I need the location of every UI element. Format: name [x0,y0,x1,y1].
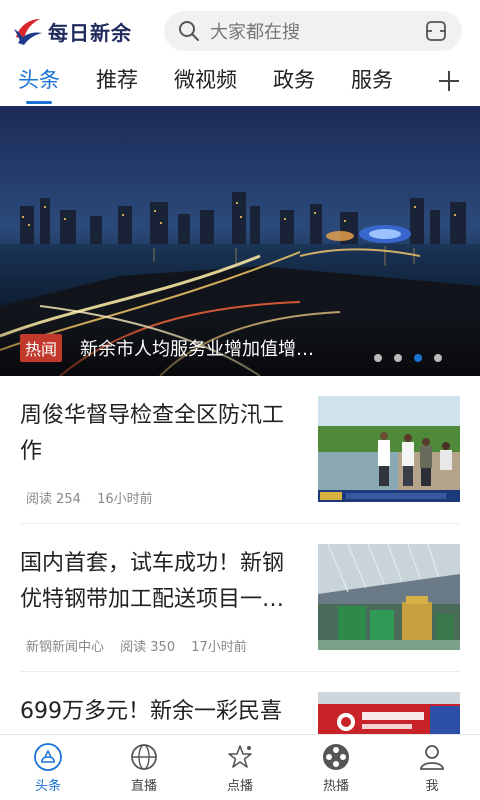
logo-text: 每日新余 [48,20,132,45]
carousel-dots [362,354,442,362]
headline-icon [34,742,62,771]
hero-title[interactable]: 新余市人均服务业增加值增… [80,335,314,361]
read-count: 阅读 254 [26,492,81,507]
factory-image [318,544,460,650]
nav-headline[interactable]: 头条 [0,735,96,800]
flood-inspection-image [318,396,460,502]
bottom-nav: 头条 直播 点播 热播 我 [0,734,480,800]
news-meta: 新钢新闻中心 阅读 350 17小时前 [26,636,259,655]
news-title[interactable]: 国内首套，试车成功！新钢优特钢带加工配送项目一… [20,546,296,618]
user-icon [420,744,444,770]
logo-icon [14,19,42,45]
search-input[interactable]: 大家都在搜 [210,18,424,44]
nav-label: 头条 [34,778,61,794]
news-thumbnail[interactable] [318,396,460,502]
tab-headline[interactable]: 头条 [18,62,60,106]
nav-label: 点播 [226,778,253,794]
nav-me[interactable]: 我 [384,735,480,800]
search-box[interactable]: 大家都在搜 [164,11,462,51]
nav-label: 热播 [322,778,349,794]
app: 每日新余 大家都在搜 头条 推荐 微视频 政务 服务 热闻 新余市人均服务业增加… [0,0,480,800]
news-meta: 阅读 254 16小时前 [26,488,165,507]
header: 每日新余 大家都在搜 [0,0,480,62]
film-reel-icon [323,743,349,770]
scan-icon[interactable] [424,19,448,43]
star-icon [228,744,252,768]
news-item[interactable]: 周俊华督导检查全区防汛工作 阅读 254 16小时前 [20,376,460,524]
category-tabs: 头条 推荐 微视频 政务 服务 [0,62,480,106]
news-item[interactable]: 国内首套，试车成功！新钢优特钢带加工配送项目一… 新钢新闻中心 阅读 350 1… [20,524,460,672]
carousel-dot-active[interactable] [414,354,422,362]
news-source: 新钢新闻中心 [26,640,105,655]
nav-label: 我 [425,778,439,794]
news-title[interactable]: 周俊华督导检查全区防汛工作 [20,398,296,470]
tab-service[interactable]: 服务 [351,62,393,106]
add-tab-icon[interactable] [436,68,462,94]
timestamp: 16小时前 [97,492,153,507]
hero-banner[interactable]: 热闻 新余市人均服务业增加值增… [0,106,480,376]
search-icon [179,21,199,41]
tab-micro-video[interactable]: 微视频 [174,62,237,106]
timestamp: 17小时前 [191,640,247,655]
tab-government[interactable]: 政务 [273,62,315,106]
nav-vod[interactable]: 点播 [192,735,288,800]
carousel-dot[interactable] [434,354,442,362]
nav-hot[interactable]: 热播 [288,735,384,800]
carousel-dot[interactable] [394,354,402,362]
nav-live[interactable]: 直播 [96,735,192,800]
nav-label: 直播 [130,778,157,794]
news-thumbnail[interactable] [318,544,460,650]
hot-badge: 热闻 [20,334,63,362]
tab-recommend[interactable]: 推荐 [96,62,138,106]
globe-icon [131,743,157,770]
carousel-dot[interactable] [374,354,382,362]
hero-caption[interactable]: 热闻 新余市人均服务业增加值增… [0,320,480,376]
logo[interactable]: 每日新余 [12,15,162,47]
read-count: 阅读 350 [120,640,176,655]
